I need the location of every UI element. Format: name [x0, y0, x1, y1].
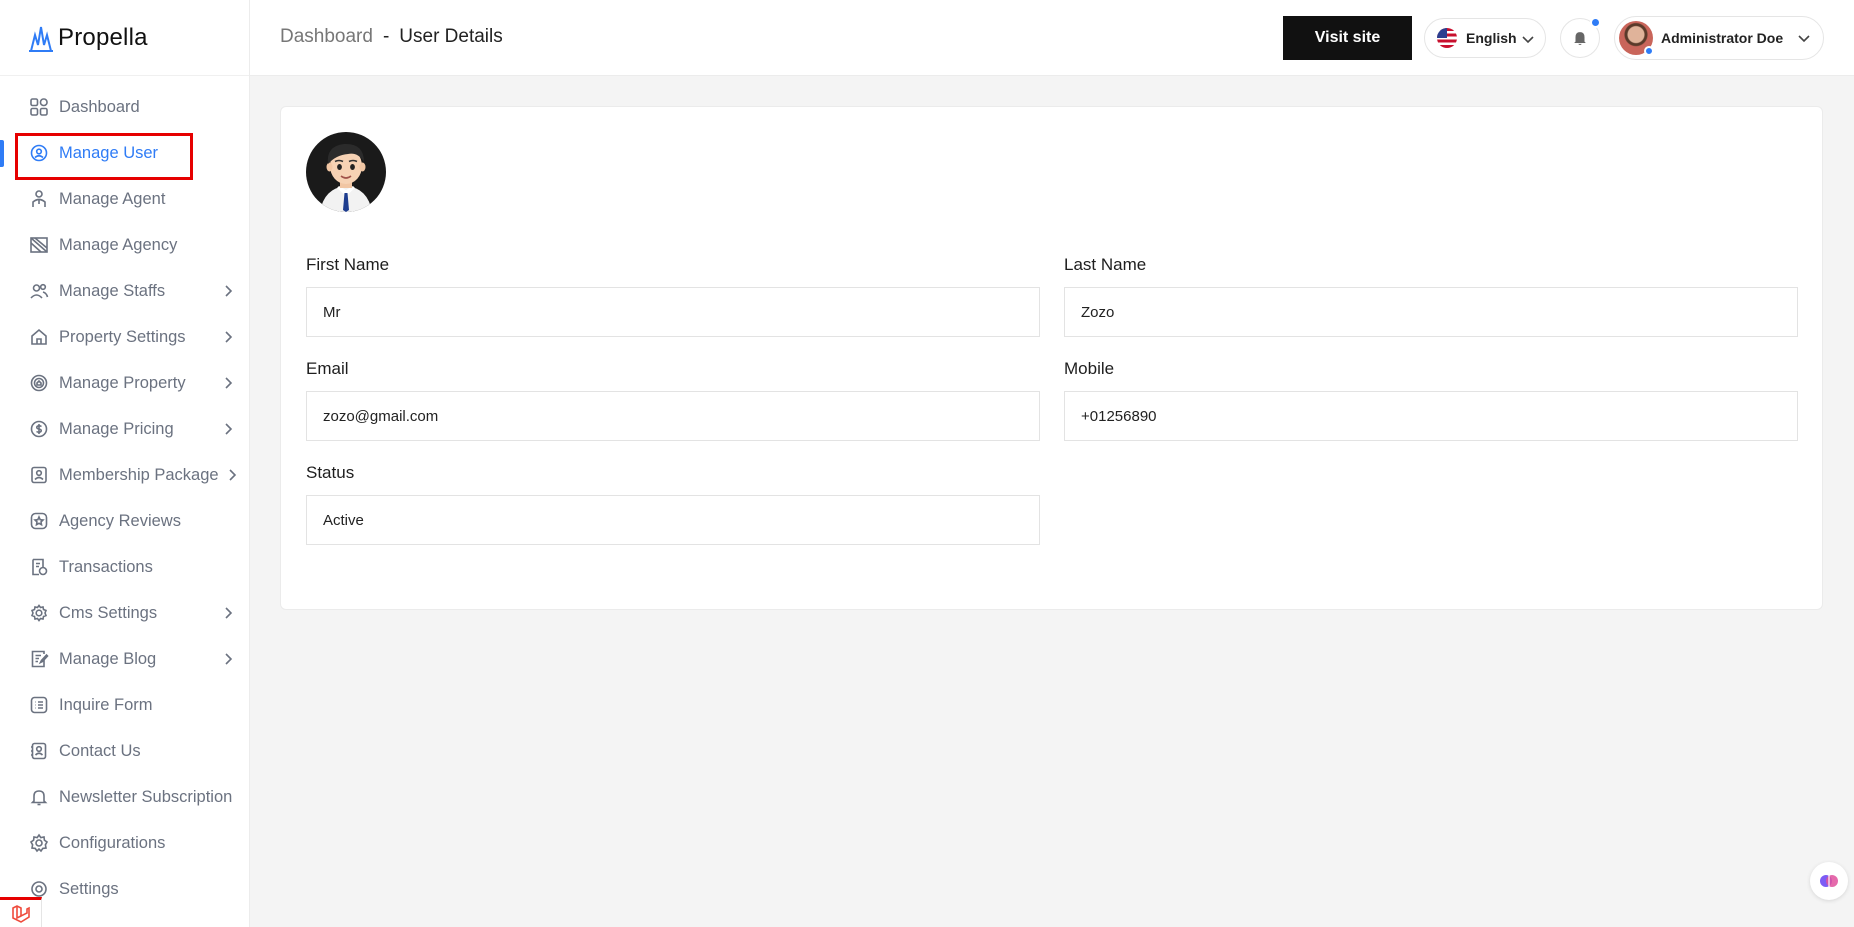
sidebar-item-manage-user[interactable]: Manage User — [0, 130, 249, 180]
chevron-right-icon — [221, 652, 235, 666]
brand-name: Propella — [58, 23, 148, 51]
profile-avatar — [306, 132, 386, 212]
sidebar-item-label: Contact Us — [59, 741, 141, 760]
active-indicator — [0, 140, 4, 167]
house-icon — [28, 326, 50, 348]
chevron-down-icon — [1521, 32, 1535, 46]
bell-outline-icon — [28, 786, 50, 808]
user-name: Administrator Doe — [1661, 30, 1784, 46]
sidebar-item-dashboard[interactable]: Dashboard — [0, 84, 249, 130]
laravel-debug-badge[interactable] — [0, 897, 42, 927]
sidebar-item-label: Manage Agent — [59, 189, 166, 208]
brand[interactable]: Propella — [0, 0, 249, 76]
sidebar-item-label: Manage Staffs — [59, 281, 166, 300]
mobile-field[interactable] — [1064, 391, 1798, 441]
laravel-icon — [11, 904, 31, 924]
email-field[interactable] — [306, 391, 1040, 441]
online-status-dot — [1644, 46, 1654, 56]
breadcrumb-dashboard-link[interactable]: Dashboard — [280, 26, 373, 48]
language-select[interactable]: English — [1424, 18, 1546, 58]
sidebar-nav: Dashboard Manage User Manage Agent Manag… — [0, 76, 249, 912]
breadcrumb: Dashboard - User Details — [280, 26, 503, 48]
sidebar-item-manage-staffs[interactable]: Manage Staffs — [0, 268, 249, 314]
sidebar-item-configurations[interactable]: Configurations — [0, 820, 249, 866]
cog-icon — [28, 602, 50, 624]
breadcrumb-separator: - — [382, 26, 390, 47]
sidebar-item-manage-blog[interactable]: Manage Blog — [0, 636, 249, 682]
dollar-icon — [28, 418, 50, 440]
sidebar-item-label: Dashboard — [59, 97, 140, 116]
sidebar-item-inquire-form[interactable]: Inquire Form — [0, 682, 249, 728]
grid-icon — [28, 96, 50, 118]
user-menu[interactable]: Administrator Doe — [1614, 16, 1824, 60]
contact-icon — [28, 740, 50, 762]
sidebar-item-membership-package[interactable]: Membership Package — [0, 452, 249, 498]
sidebar-item-label: Cms Settings — [59, 603, 158, 622]
sidebar-item-label: Membership Package — [59, 465, 219, 484]
agency-icon — [28, 234, 50, 256]
bell-icon — [1571, 29, 1589, 47]
receipt-icon — [28, 556, 50, 578]
propella-logo-icon — [28, 23, 54, 53]
chevron-right-icon — [221, 376, 235, 390]
sidebar-item-label: Manage User — [59, 143, 159, 162]
sidebar-item-manage-pricing[interactable]: Manage Pricing — [0, 406, 249, 452]
user-gear-icon — [28, 142, 50, 164]
membership-icon — [28, 464, 50, 486]
star-icon — [28, 510, 50, 532]
sidebar: Propella Dashboard Manage User Manage Ag… — [0, 0, 250, 927]
sidebar-item-label: Configurations — [59, 833, 166, 852]
agent-icon — [28, 188, 50, 210]
us-flag-icon — [1437, 28, 1457, 48]
chevron-right-icon — [221, 422, 235, 436]
sidebar-item-label: Agency Reviews — [59, 511, 181, 530]
users-icon — [28, 280, 50, 302]
property-icon — [28, 372, 50, 394]
sidebar-item-contact-us[interactable]: Contact Us — [0, 728, 249, 774]
brain-icon — [1819, 871, 1839, 891]
blog-icon — [28, 648, 50, 670]
sidebar-item-label: Newsletter Subscription — [59, 787, 233, 806]
top-header: Dashboard - User Details Visit site Engl… — [250, 0, 1854, 76]
chevron-right-icon — [221, 284, 235, 298]
sidebar-item-manage-agent[interactable]: Manage Agent — [0, 176, 249, 222]
config-icon — [28, 832, 50, 854]
language-label: English — [1466, 30, 1517, 46]
chevron-right-icon — [221, 330, 235, 344]
status-field[interactable] — [306, 495, 1040, 545]
chevron-right-icon — [225, 468, 239, 482]
last-name-field[interactable] — [1064, 287, 1798, 337]
notification-dot — [1590, 17, 1601, 28]
list-icon — [28, 694, 50, 716]
sidebar-item-agency-reviews[interactable]: Agency Reviews — [0, 498, 249, 544]
chevron-right-icon — [221, 606, 235, 620]
sidebar-item-newsletter-subscription[interactable]: Newsletter Subscription — [0, 774, 249, 820]
sidebar-item-label: Manage Agency — [59, 235, 178, 254]
assistant-widget-button[interactable] — [1810, 862, 1848, 900]
page-title: User Details — [399, 26, 503, 47]
user-details-card: First Name Last Name Email Mobile Status — [280, 106, 1823, 610]
sidebar-item-label: Property Settings — [59, 327, 186, 346]
sidebar-item-label: Manage Pricing — [59, 419, 174, 438]
chevron-down-icon — [1797, 31, 1811, 50]
sidebar-item-cms-settings[interactable]: Cms Settings — [0, 590, 249, 636]
sidebar-item-label: Manage Blog — [59, 649, 157, 668]
sidebar-item-transactions[interactable]: Transactions — [0, 544, 249, 590]
sidebar-item-manage-agency[interactable]: Manage Agency — [0, 222, 249, 268]
sidebar-item-property-settings[interactable]: Property Settings — [0, 314, 249, 360]
sidebar-item-label: Manage Property — [59, 373, 186, 392]
mobile-label: Mobile — [1064, 359, 1115, 378]
email-label: Email — [306, 359, 349, 378]
notifications-button[interactable] — [1560, 17, 1601, 58]
sidebar-item-label: Inquire Form — [59, 695, 153, 714]
avatar — [1619, 21, 1654, 56]
sidebar-item-manage-property[interactable]: Manage Property — [0, 360, 249, 406]
last-name-label: Last Name — [1064, 255, 1147, 274]
sidebar-item-label: Transactions — [59, 557, 153, 576]
visit-site-button[interactable]: Visit site — [1283, 16, 1412, 60]
status-label: Status — [306, 463, 355, 482]
first-name-label: First Name — [306, 255, 390, 274]
sidebar-item-label: Settings — [59, 879, 119, 898]
first-name-field[interactable] — [306, 287, 1040, 337]
